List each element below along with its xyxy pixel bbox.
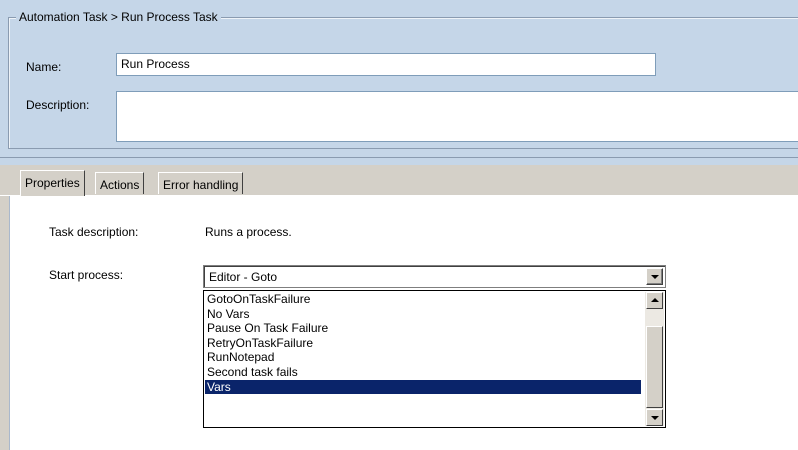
scroll-down-button[interactable]: [646, 409, 663, 426]
start-process-label: Start process:: [49, 268, 124, 282]
start-process-combobox[interactable]: Editor - Goto: [203, 265, 666, 288]
scrollbar-thumb[interactable]: [646, 326, 663, 408]
dropdown-option-selected[interactable]: Vars: [205, 379, 641, 395]
dropdown-option[interactable]: GotoOnTaskFailure: [205, 292, 641, 307]
tab-actions[interactable]: Actions: [95, 172, 145, 194]
start-process-dropdown-list[interactable]: GotoOnTaskFailure No Vars Pause On Task …: [203, 290, 666, 428]
task-description-label: Task description:: [49, 225, 139, 239]
scroll-up-button[interactable]: [646, 292, 663, 309]
dropdown-scrollbar[interactable]: [645, 292, 664, 426]
dropdown-option[interactable]: No Vars: [205, 307, 641, 322]
chevron-up-icon: [651, 298, 659, 302]
task-description-value: Runs a process.: [205, 225, 292, 239]
tab-properties[interactable]: Properties: [20, 170, 85, 196]
dropdown-option[interactable]: RetryOnTaskFailure: [205, 336, 641, 351]
panel-border: [8, 196, 9, 450]
chevron-down-icon: [651, 275, 659, 279]
dropdown-items: GotoOnTaskFailure No Vars Pause On Task …: [205, 292, 641, 395]
description-label: Description:: [26, 98, 90, 112]
start-process-selected: Editor - Goto: [209, 270, 278, 284]
name-label: Name:: [26, 60, 62, 74]
dropdown-option[interactable]: RunNotepad: [205, 350, 641, 365]
combobox-dropdown-button[interactable]: [646, 268, 663, 285]
tab-error-handling[interactable]: Error handling: [158, 172, 244, 194]
group-title: Automation Task > Run Process Task: [16, 9, 221, 25]
name-field[interactable]: Run Process: [116, 53, 656, 76]
dropdown-option[interactable]: Second task fails: [205, 365, 641, 380]
tab-baseline: [0, 195, 798, 196]
chevron-down-icon: [651, 416, 659, 420]
description-field[interactable]: [116, 91, 798, 142]
dropdown-option[interactable]: Pause On Task Failure: [205, 321, 641, 336]
